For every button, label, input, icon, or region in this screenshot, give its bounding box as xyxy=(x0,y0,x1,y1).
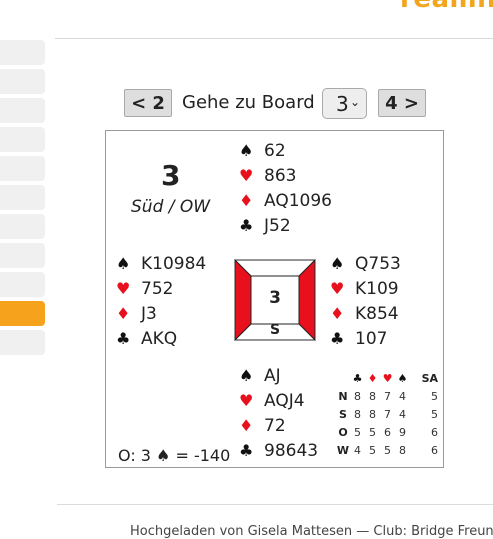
dd-cell: 5 xyxy=(384,443,391,457)
chevron-down-icon: ⌄ xyxy=(349,95,360,109)
dd-cell: 9 xyxy=(399,425,406,439)
double-dummy-table: ♣ ♦ ♥ ♠ SA N 8 8 7 4 5 S 8 8 7 4 5 O 5 5… xyxy=(336,369,438,459)
dd-cell: 5 xyxy=(431,389,438,403)
board-number: 3 xyxy=(161,159,181,192)
sidebar xyxy=(0,40,46,359)
site-brand[interactable]: reamne xyxy=(400,0,493,14)
west-diamonds: J3 xyxy=(141,303,157,324)
board-select-value: 3 xyxy=(336,92,349,116)
dd-row-label: S xyxy=(339,407,347,421)
sidebar-item[interactable] xyxy=(0,243,45,268)
heart-icon: ♥ xyxy=(116,279,131,298)
compass-dealer: S xyxy=(269,322,281,338)
dd-cell: 6 xyxy=(431,443,438,457)
sidebar-item[interactable] xyxy=(0,156,45,181)
east-hearts: K109 xyxy=(355,278,399,299)
dd-cell: 5 xyxy=(369,443,376,457)
contract-result: O: 3 ♠ = -140 xyxy=(118,446,231,465)
dd-cell: 6 xyxy=(431,425,438,439)
spade-icon: ♠ xyxy=(239,141,254,160)
sidebar-item[interactable] xyxy=(0,272,45,297)
spade-icon: ♠ xyxy=(116,254,131,273)
north-clubs: J52 xyxy=(264,215,291,236)
heart-icon: ♥ xyxy=(239,391,254,410)
sidebar-item[interactable] xyxy=(0,214,45,239)
dd-row-label: N xyxy=(338,389,348,403)
header-divider xyxy=(55,38,493,39)
south-spades: AJ xyxy=(264,365,281,386)
dd-header-diamonds: ♦ xyxy=(367,371,378,385)
dd-cell: 6 xyxy=(384,425,391,439)
dd-header-clubs: ♣ xyxy=(352,371,363,385)
east-clubs: 107 xyxy=(355,328,388,349)
dd-cell: 5 xyxy=(431,407,438,421)
east-spades: Q753 xyxy=(355,253,401,274)
dd-cell: 8 xyxy=(354,389,361,403)
goto-board-label: Gehe zu Board xyxy=(182,92,315,113)
next-board-button[interactable]: 4 > xyxy=(378,89,426,117)
sidebar-item[interactable] xyxy=(0,40,45,65)
south-hearts: AQJ4 xyxy=(264,390,305,411)
west-hearts: 752 xyxy=(141,278,174,299)
club-icon: ♣ xyxy=(330,329,345,348)
diamond-icon: ♦ xyxy=(116,304,131,323)
compass-vulnerability: 3 S xyxy=(233,258,317,342)
west-clubs: AKQ xyxy=(141,328,178,349)
dd-header-notrump: SA xyxy=(421,371,438,385)
dd-header-spades: ♠ xyxy=(397,371,408,385)
west-spades: K10984 xyxy=(141,253,207,274)
dd-cell: 8 xyxy=(369,407,376,421)
dd-cell: 4 xyxy=(399,389,406,403)
spade-icon: ♠ xyxy=(330,254,345,273)
club-icon: ♣ xyxy=(116,329,131,348)
heart-icon: ♥ xyxy=(239,166,254,185)
diamond-icon: ♦ xyxy=(239,191,254,210)
previous-board-button[interactable]: < 2 xyxy=(124,89,172,117)
dd-row: S 8 8 7 4 5 xyxy=(336,405,438,423)
dd-row-label: W xyxy=(336,443,350,457)
footer-divider xyxy=(57,504,493,505)
hand-north: ♠ 62 ♥ 863 ♦ AQ1096 ♣ J52 xyxy=(239,138,332,238)
dd-cell: 8 xyxy=(369,389,376,403)
north-spades: 62 xyxy=(264,140,286,161)
dd-row: O 5 5 6 9 6 xyxy=(336,423,438,441)
dd-cell: 7 xyxy=(384,407,391,421)
board-select[interactable]: 3 ⌄ xyxy=(322,88,367,119)
diamond-icon: ♦ xyxy=(330,304,345,323)
hand-west: ♠ K10984 ♥ 752 ♦ J3 ♣ AKQ xyxy=(116,251,206,351)
dd-cell: 4 xyxy=(399,407,406,421)
east-diamonds: K854 xyxy=(355,303,399,324)
club-icon: ♣ xyxy=(239,216,254,235)
south-diamonds: 72 xyxy=(264,415,286,436)
dd-header-hearts: ♥ xyxy=(382,371,393,385)
compass-board-number: 3 xyxy=(269,288,281,308)
dd-cell: 7 xyxy=(384,389,391,403)
dd-cell: 4 xyxy=(354,443,361,457)
dd-cell: 5 xyxy=(369,425,376,439)
dd-cell: 8 xyxy=(354,407,361,421)
diamond-icon: ♦ xyxy=(239,416,254,435)
sidebar-item[interactable] xyxy=(0,127,45,152)
club-icon: ♣ xyxy=(239,441,254,460)
board-diagram: 3 Süd / OW ♠ 62 ♥ 863 ♦ AQ1096 ♣ J52 ♠ K10984… xyxy=(105,130,444,468)
sidebar-item[interactable] xyxy=(0,330,45,355)
dd-cell: 8 xyxy=(399,443,406,457)
hand-east: ♠ Q753 ♥ K109 ♦ K854 ♣ 107 xyxy=(330,251,401,351)
sidebar-item-active[interactable] xyxy=(0,301,45,326)
spade-icon: ♠ xyxy=(239,366,254,385)
south-clubs: 98643 xyxy=(264,440,319,461)
hand-south: ♠ AJ ♥ AQJ4 ♦ 72 ♣ 98643 xyxy=(239,363,318,463)
dealer-vulnerability: Süd / OW xyxy=(131,197,211,217)
sidebar-item[interactable] xyxy=(0,185,45,210)
dd-row: W 4 5 5 8 6 xyxy=(336,441,438,459)
north-diamonds: AQ1096 xyxy=(264,190,332,211)
board-navigation: < 2 Gehe zu Board 3 ⌄ 4 > xyxy=(0,88,493,121)
heart-icon: ♥ xyxy=(330,279,345,298)
dd-row: N 8 8 7 4 5 xyxy=(336,387,438,405)
dd-cell: 5 xyxy=(354,425,361,439)
dd-row-label: O xyxy=(338,425,348,439)
north-hearts: 863 xyxy=(264,165,297,186)
